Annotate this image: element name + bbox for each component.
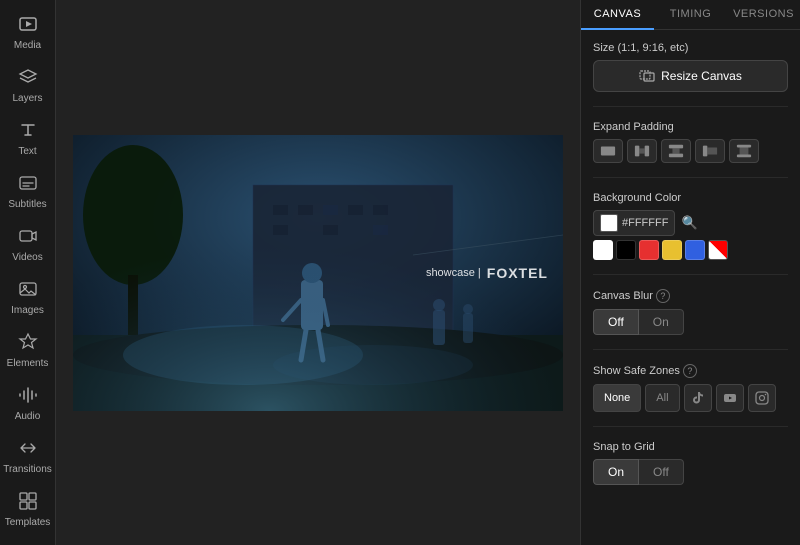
sidebar-item-label: Media	[14, 40, 41, 51]
color-swatches	[593, 240, 788, 260]
safe-zone-none-button[interactable]: None	[593, 384, 641, 412]
snap-to-grid-section: Snap to Grid On Off	[593, 441, 788, 499]
templates-icon	[18, 491, 38, 514]
resize-canvas-button[interactable]: Resize Canvas	[593, 60, 788, 92]
swatch-yellow[interactable]	[662, 240, 682, 260]
background-color-section: Background Color #FFFFFF 🔍	[593, 192, 788, 275]
main-canvas-area: showcase | FOXTEL	[56, 0, 580, 545]
swatch-blue[interactable]	[685, 240, 705, 260]
sidebar-item-label: Transitions	[3, 464, 52, 475]
resize-icon	[639, 68, 655, 84]
swatch-red[interactable]	[639, 240, 659, 260]
swatch-black[interactable]	[616, 240, 636, 260]
canvas-blur-section: Canvas Blur ? Off On	[593, 289, 788, 350]
foxtel-text: FOXTEL	[487, 265, 548, 281]
tab-timing[interactable]: TIMING	[654, 0, 727, 29]
sidebar-item-media[interactable]: Media	[3, 8, 53, 57]
canvas-overlay-logo: showcase | FOXTEL	[426, 265, 548, 281]
canvas-preview: showcase | FOXTEL	[73, 135, 563, 411]
safe-zones-help-icon[interactable]: ?	[683, 364, 697, 378]
sidebar-item-label: Text	[18, 146, 36, 157]
videos-icon	[18, 226, 38, 249]
expand-padding-label: Expand Padding	[593, 121, 788, 133]
size-label: Size (1:1, 9:16, etc)	[593, 42, 788, 54]
canvas-blur-off-button[interactable]: Off	[593, 309, 639, 335]
layers-icon	[18, 67, 38, 90]
snap-to-grid-toggle: On Off	[593, 459, 788, 485]
text-icon	[18, 120, 38, 143]
canvas-blur-toggle: Off On	[593, 309, 788, 335]
padding-left-button[interactable]	[695, 139, 725, 163]
padding-horizontal-button[interactable]	[661, 139, 691, 163]
padding-wide-button[interactable]	[729, 139, 759, 163]
sidebar-item-label: Subtitles	[8, 199, 46, 210]
safe-zones-row: None All	[593, 384, 788, 412]
panel-content: Size (1:1, 9:16, etc) Resize Canvas Expa…	[581, 30, 800, 511]
bg-color-label: Background Color	[593, 192, 788, 204]
panel-tabs: CANVAS TIMING VERSIONS	[581, 0, 800, 30]
padding-icons-row	[593, 139, 788, 163]
size-section: Size (1:1, 9:16, etc) Resize Canvas	[593, 42, 788, 107]
padding-fill-button[interactable]	[593, 139, 623, 163]
right-panel: CANVAS TIMING VERSIONS Size (1:1, 9:16, …	[580, 0, 800, 545]
sidebar-item-elements[interactable]: Elements	[3, 326, 53, 375]
sidebar-item-images[interactable]: Images	[3, 273, 53, 322]
sidebar-item-templates[interactable]: Templates	[3, 485, 53, 534]
showcase-text: showcase |	[426, 267, 481, 279]
sidebar-item-label: Layers	[12, 93, 42, 104]
color-hex-value: #FFFFFF	[622, 217, 668, 229]
tab-versions[interactable]: VERSIONS	[727, 0, 800, 29]
sidebar-item-label: Videos	[12, 252, 42, 263]
canvas-blur-help-icon[interactable]: ?	[656, 289, 670, 303]
canvas-blur-label: Canvas Blur	[593, 290, 653, 302]
eyedropper-button[interactable]: 🔍	[681, 215, 697, 231]
color-row: #FFFFFF 🔍	[593, 210, 788, 236]
sidebar-item-transitions[interactable]: Transitions	[3, 432, 53, 481]
audio-icon	[18, 385, 38, 408]
sidebar: Media Layers Text Subtitles	[0, 0, 56, 545]
sidebar-item-label: Audio	[15, 411, 41, 422]
color-swatch	[600, 214, 618, 232]
sidebar-item-label: Elements	[7, 358, 49, 369]
safe-zones-label: Show Safe Zones	[593, 365, 680, 377]
swatch-white[interactable]	[593, 240, 613, 260]
padding-vertical-button[interactable]	[627, 139, 657, 163]
elements-icon	[18, 332, 38, 355]
safe-zone-all-button[interactable]: All	[645, 384, 679, 412]
color-preview-button[interactable]: #FFFFFF	[593, 210, 675, 236]
swatch-transparent[interactable]	[708, 240, 728, 260]
sidebar-item-layers[interactable]: Layers	[3, 61, 53, 110]
safe-zones-section: Show Safe Zones ? None All	[593, 364, 788, 427]
safe-zone-tiktok-button[interactable]	[684, 384, 712, 412]
snap-to-grid-off-button[interactable]: Off	[639, 459, 684, 485]
sidebar-item-videos[interactable]: Videos	[3, 220, 53, 269]
sidebar-item-label: Images	[11, 305, 44, 316]
sidebar-item-audio[interactable]: Audio	[3, 379, 53, 428]
snap-to-grid-on-button[interactable]: On	[593, 459, 639, 485]
media-icon	[18, 14, 38, 37]
safe-zone-youtube-button[interactable]	[716, 384, 744, 412]
tab-canvas[interactable]: CANVAS	[581, 0, 654, 30]
sidebar-item-text[interactable]: Text	[3, 114, 53, 163]
sidebar-item-plugins[interactable]: Plugins	[3, 538, 53, 545]
expand-padding-section: Expand Padding	[593, 121, 788, 178]
sidebar-item-label: Templates	[5, 517, 51, 528]
safe-zone-instagram-button[interactable]	[748, 384, 776, 412]
snap-to-grid-label: Snap to Grid	[593, 441, 788, 453]
transitions-icon	[18, 438, 38, 461]
sidebar-item-subtitles[interactable]: Subtitles	[3, 167, 53, 216]
images-icon	[18, 279, 38, 302]
canvas-blur-on-button[interactable]: On	[639, 309, 684, 335]
resize-canvas-label: Resize Canvas	[661, 69, 742, 83]
subtitles-icon	[18, 173, 38, 196]
